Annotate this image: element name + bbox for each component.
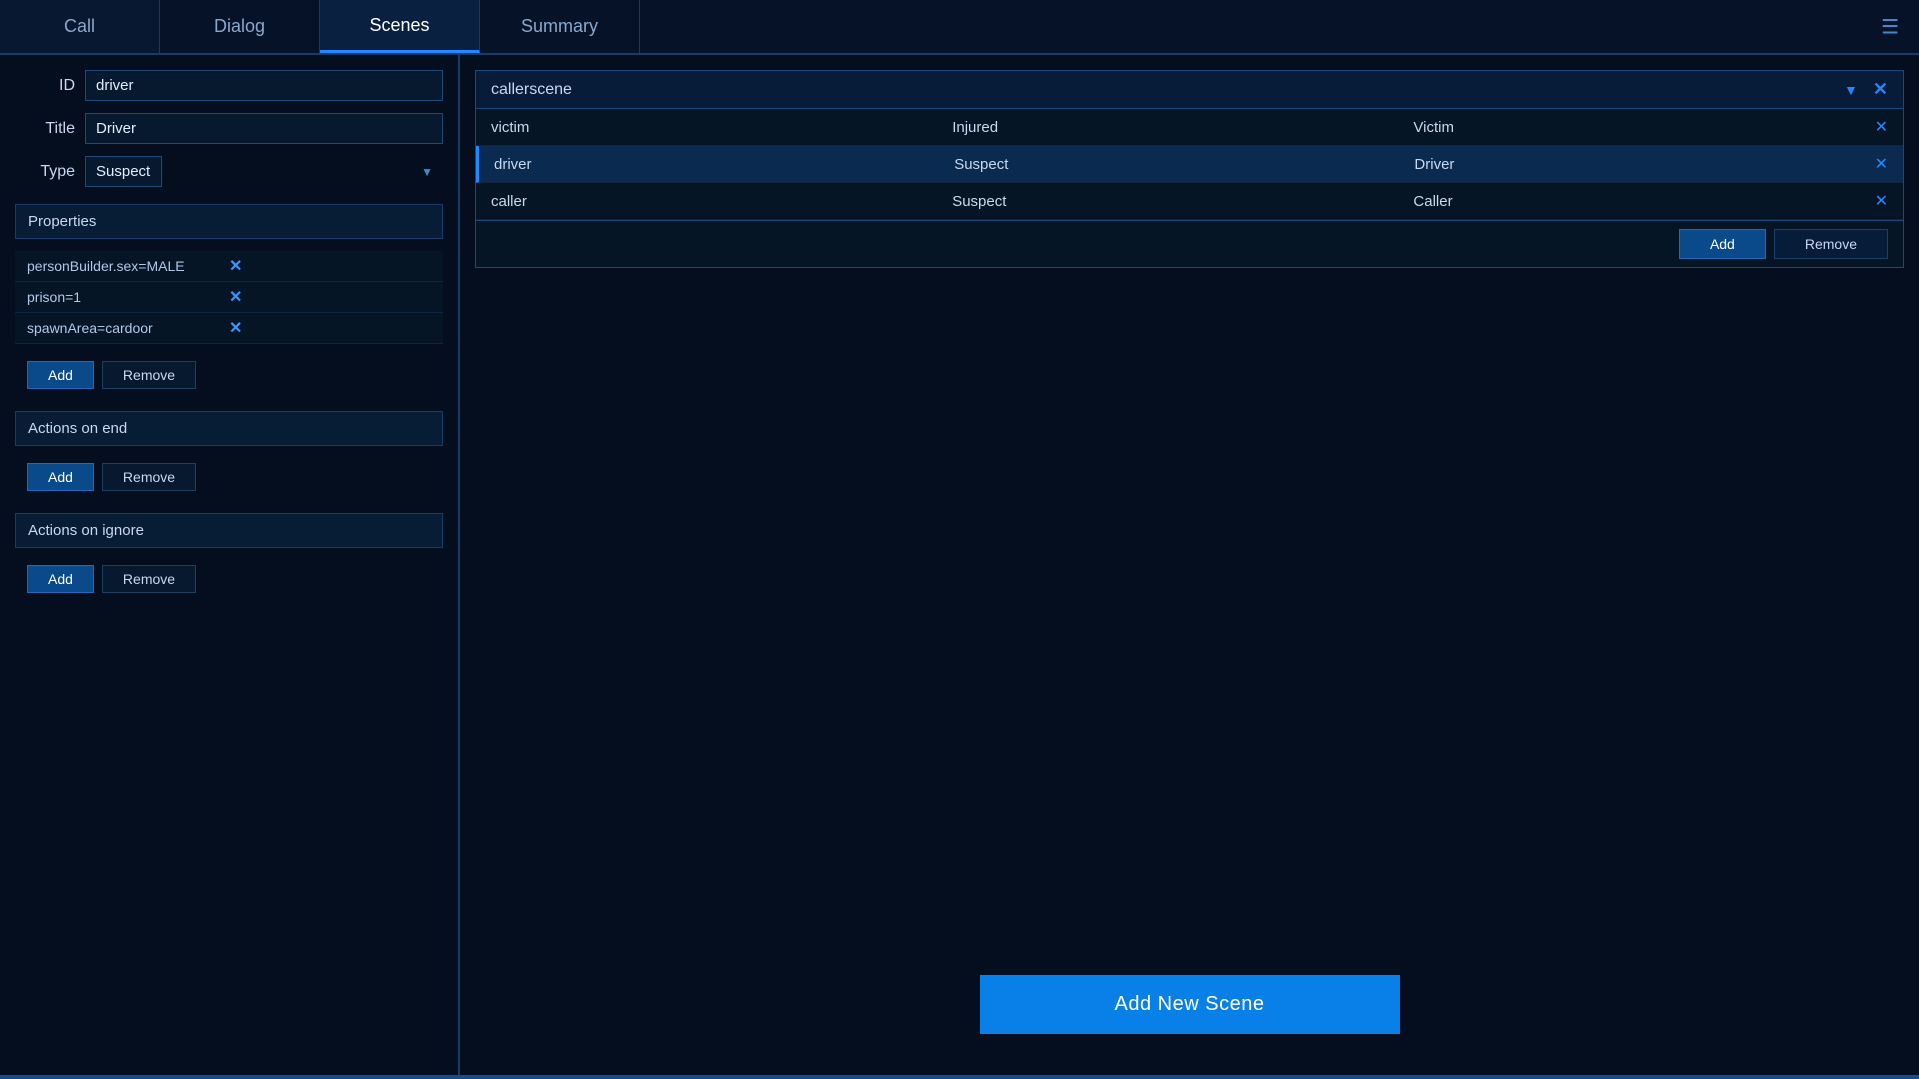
scene-col-type-2: Suspect (952, 193, 1413, 210)
scene-row-remove-icon-1[interactable]: ✕ (1875, 154, 1888, 174)
properties-list: personBuilder.sex=MALE ✕ prison=1 ✕ spaw… (15, 251, 443, 344)
add-new-scene-button[interactable]: Add New Scene (980, 975, 1400, 1034)
properties-remove-button[interactable]: Remove (102, 361, 196, 389)
right-panel: callerscene ▼ ✕ victim Injured Victim ✕ … (460, 55, 1919, 1079)
property-item: spawnArea=cardoor ✕ (15, 313, 443, 344)
scene-title: callerscene (491, 81, 1844, 99)
bottom-bar: Add New Scene (475, 268, 1904, 1064)
properties-add-button[interactable]: Add (27, 361, 94, 389)
scene-row-driver[interactable]: driver Suspect Driver ✕ (476, 146, 1903, 183)
id-label: ID (15, 77, 75, 95)
scene-remove-button[interactable]: Remove (1774, 229, 1888, 259)
actions-ignore-header: Actions on ignore (15, 513, 443, 548)
type-label: Type (15, 163, 75, 181)
property-value: prison=1 (27, 289, 229, 305)
scene-row-caller[interactable]: caller Suspect Caller ✕ (476, 183, 1903, 220)
tab-scenes[interactable]: Scenes (320, 0, 480, 53)
scene-add-button[interactable]: Add (1679, 229, 1766, 259)
scene-col-type-0: Injured (952, 119, 1413, 136)
scene-col-id-2: caller (491, 193, 952, 210)
scene-col-type-1: Suspect (954, 156, 1414, 173)
property-remove-icon-0[interactable]: ✕ (229, 256, 431, 276)
title-field-row: Title (15, 113, 443, 144)
tab-summary[interactable]: Summary (480, 0, 640, 53)
properties-btn-row: Add Remove (15, 356, 443, 394)
scene-col-name-1: Driver (1414, 156, 1874, 173)
id-field-row: ID (15, 70, 443, 101)
actions-ignore-btn-row: Add Remove (15, 560, 443, 598)
menu-icon[interactable]: ☰ (1881, 14, 1899, 39)
scene-col-id-0: victim (491, 119, 952, 136)
actions-end-header: Actions on end (15, 411, 443, 446)
scene-collapse-icon[interactable]: ▼ (1844, 82, 1858, 98)
scene-row-victim[interactable]: victim Injured Victim ✕ (476, 109, 1903, 146)
actions-end-add-button[interactable]: Add (27, 463, 94, 491)
type-select[interactable]: Suspect Victim Witness (85, 156, 162, 187)
scene-col-name-0: Victim (1413, 119, 1874, 136)
property-value: spawnArea=cardoor (27, 320, 229, 336)
type-field-row: Type Suspect Victim Witness (15, 156, 443, 187)
actions-end-btn-row: Add Remove (15, 458, 443, 496)
scene-col-name-2: Caller (1413, 193, 1874, 210)
bottom-border (0, 1075, 1919, 1079)
tab-call[interactable]: Call (0, 0, 160, 53)
title-label: Title (15, 120, 75, 138)
scene-col-id-1: driver (494, 156, 954, 173)
properties-section-header: Properties (15, 204, 443, 239)
property-value: personBuilder.sex=MALE (27, 258, 229, 274)
scene-row-remove-icon-2[interactable]: ✕ (1875, 191, 1888, 211)
top-navigation: Call Dialog Scenes Summary ☰ (0, 0, 1919, 55)
scene-close-icon[interactable]: ✕ (1873, 79, 1888, 100)
scene-header: callerscene ▼ ✕ (476, 71, 1903, 109)
id-input[interactable] (85, 70, 443, 101)
tab-dialog[interactable]: Dialog (160, 0, 320, 53)
title-input[interactable] (85, 113, 443, 144)
main-content: ID Title Type Suspect Victim Witness Pro… (0, 55, 1919, 1079)
actions-ignore-remove-button[interactable]: Remove (102, 565, 196, 593)
property-remove-icon-1[interactable]: ✕ (229, 287, 431, 307)
scene-row-remove-icon-0[interactable]: ✕ (1875, 117, 1888, 137)
property-item: personBuilder.sex=MALE ✕ (15, 251, 443, 282)
type-select-wrapper: Suspect Victim Witness (85, 156, 443, 187)
scene-actions: Add Remove (476, 220, 1903, 267)
actions-end-remove-button[interactable]: Remove (102, 463, 196, 491)
scene-block: callerscene ▼ ✕ victim Injured Victim ✕ … (475, 70, 1904, 268)
property-item: prison=1 ✕ (15, 282, 443, 313)
actions-ignore-add-button[interactable]: Add (27, 565, 94, 593)
left-panel: ID Title Type Suspect Victim Witness Pro… (0, 55, 460, 1079)
property-remove-icon-2[interactable]: ✕ (229, 318, 431, 338)
